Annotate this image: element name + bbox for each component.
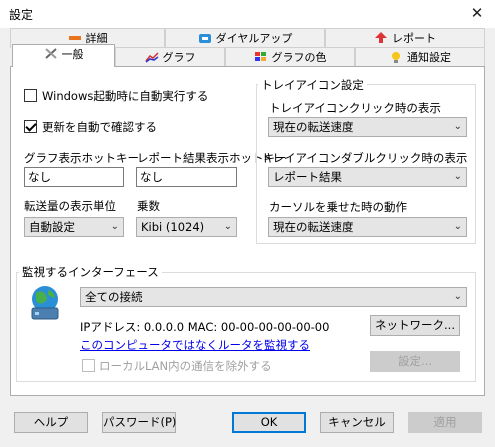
autoupdate-checkbox[interactable] (24, 120, 37, 133)
network-button[interactable]: ネットワーク... (370, 315, 460, 336)
tray-click-label: トレイアイコンクリック時の表示 (269, 101, 441, 115)
multiplier-select[interactable]: Kibi (1024) ⌄ (136, 217, 237, 237)
report-icon (374, 31, 388, 43)
chevron-down-icon: ⌄ (453, 121, 462, 132)
tray-click-value: 現在の転送速度 (273, 120, 354, 134)
tab-general[interactable]: 一般 (12, 44, 115, 67)
interface-value: 全ての接続 (85, 290, 143, 304)
chevron-down-icon: ⌄ (110, 221, 119, 232)
tab-graph[interactable]: グラフ (115, 47, 225, 67)
autoupdate-label: 更新を自動で確認する (42, 120, 157, 134)
chevron-down-icon: ⌄ (453, 291, 462, 302)
multiplier-label: 乗数 (137, 199, 160, 213)
title-bar (0, 0, 495, 28)
phone-icon (198, 31, 212, 43)
network-globe-icon (26, 284, 64, 322)
palette-icon (254, 50, 268, 62)
multiplier-value: Kibi (1024) (141, 220, 205, 234)
chevron-down-icon: ⌄ (223, 221, 232, 232)
exclude-lan-label: ローカルLAN内の通信を除外する (99, 359, 272, 373)
transfer-unit-label: 転送量の表示単位 (24, 199, 116, 213)
tab-notification[interactable]: 通知設定 (355, 47, 485, 67)
interface-select[interactable]: 全ての接続 ⌄ (80, 287, 467, 307)
detail-icon (68, 31, 82, 43)
interface-settings-button[interactable]: 設定... (370, 351, 460, 372)
tab-label: ダイヤルアップ (215, 32, 293, 45)
tab-report[interactable]: レポート (325, 28, 485, 48)
tools-icon (44, 47, 58, 59)
ip-mac-text: IPアドレス: 0.0.0.0 MAC: 00-00-00-00-00-00 (80, 320, 330, 334)
tray-hover-select[interactable]: 現在の転送速度 ⌄ (268, 217, 467, 237)
tray-hover-value: 現在の転送速度 (273, 220, 354, 234)
apply-button[interactable]: 適用 (408, 412, 482, 433)
transfer-unit-value: 自動設定 (29, 220, 75, 234)
chevron-down-icon: ⌄ (453, 221, 462, 232)
tray-group-title: トレイアイコン設定 (258, 77, 367, 93)
transfer-unit-select[interactable]: 自動設定 ⌄ (24, 217, 124, 237)
bulb-icon (389, 50, 403, 63)
tray-dblclick-select[interactable]: レポート結果 ⌄ (268, 167, 467, 187)
graph-icon (144, 50, 159, 63)
close-icon[interactable]: ✕ (462, 1, 492, 25)
tab-label: 通知設定 (407, 51, 451, 64)
tab-label: 一般 (61, 48, 84, 61)
report-hotkey-input[interactable]: なし (136, 167, 237, 187)
autostart-checkbox[interactable] (24, 89, 37, 102)
tray-dblclick-value: レポート結果 (273, 170, 342, 184)
exclude-lan-checkbox[interactable] (82, 359, 95, 372)
graph-hotkey-input[interactable]: なし (24, 167, 124, 187)
cancel-button[interactable]: キャンセル (320, 412, 394, 433)
tab-dialup[interactable]: ダイヤルアップ (165, 28, 325, 48)
autostart-label: Windows起動時に自動実行する (42, 89, 209, 103)
help-button[interactable]: ヘルプ (14, 412, 88, 433)
window-title: 設定 (9, 8, 34, 22)
tab-label: グラフの色 (271, 51, 327, 64)
tray-click-select[interactable]: 現在の転送速度 ⌄ (268, 117, 467, 137)
tab-graph-color[interactable]: グラフの色 (225, 47, 355, 67)
ok-button[interactable]: OK (232, 412, 306, 433)
tray-dblclick-label: トレイアイコンダブルクリック時の表示 (261, 151, 468, 165)
tab-label: グラフ (162, 51, 196, 64)
tray-hover-label: カーソルを乗せた時の動作 (269, 200, 407, 214)
tab-label: レポート (392, 32, 436, 45)
router-link[interactable]: このコンピュータではなくルータを監視する (80, 337, 310, 353)
interface-group-title: 監視するインターフェース (19, 264, 162, 280)
graph-hotkey-label: グラフ表示ホットキー (24, 151, 139, 165)
password-button[interactable]: パスワード(P) (102, 412, 176, 433)
chevron-down-icon: ⌄ (453, 171, 462, 182)
